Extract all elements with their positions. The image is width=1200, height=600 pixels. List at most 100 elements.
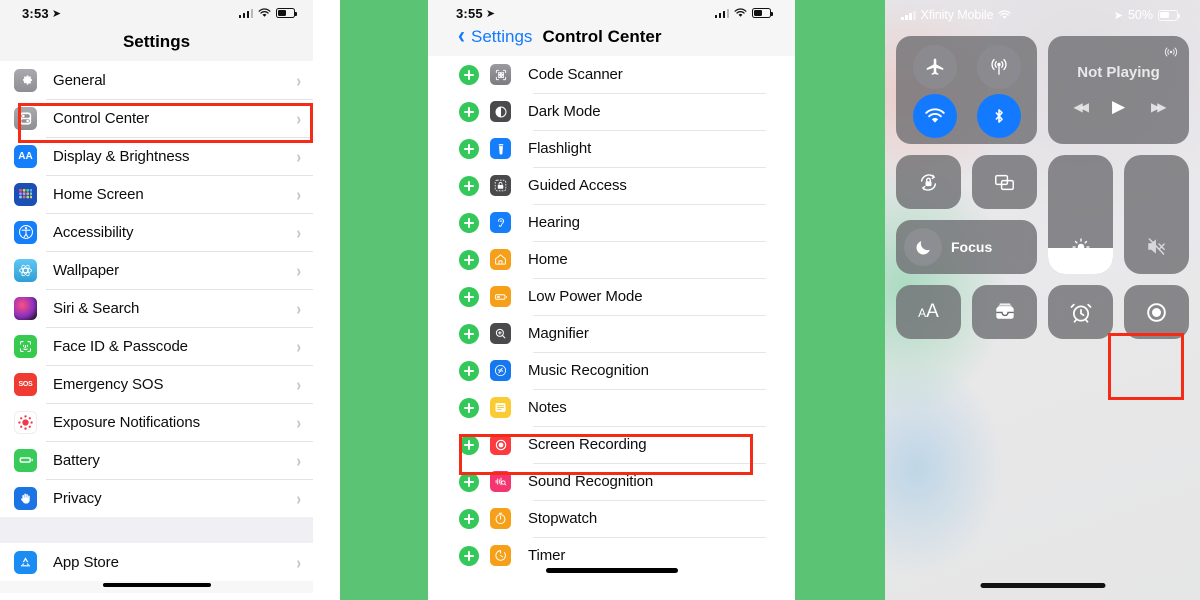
list-item-label: Flashlight bbox=[528, 140, 592, 157]
stopwatch-icon bbox=[490, 508, 511, 529]
screen-recording-icon bbox=[490, 434, 511, 455]
sidebar-item-exposure-notifications[interactable]: Exposure Notifications › bbox=[0, 403, 313, 441]
add-control-button[interactable] bbox=[459, 286, 479, 307]
low-power-mode-icon bbox=[490, 286, 511, 307]
media-controls: ◀◀ ▶ ▶▶ bbox=[1073, 97, 1167, 117]
back-chevron-icon[interactable]: ‹ bbox=[458, 23, 465, 47]
list-item-hearing[interactable]: Hearing bbox=[428, 204, 795, 241]
carrier-label: Xfinity Mobile bbox=[920, 8, 994, 22]
add-control-button[interactable] bbox=[459, 360, 479, 381]
status-bar: 3:53 ➤ bbox=[0, 0, 313, 26]
screen-recording-button[interactable] bbox=[1124, 285, 1189, 339]
green-separator-band-right bbox=[795, 0, 885, 600]
list-item-guided-access[interactable]: Guided Access bbox=[428, 167, 795, 204]
add-control-button[interactable] bbox=[459, 101, 479, 122]
list-item-label: Dark Mode bbox=[528, 103, 601, 120]
focus-label: Focus bbox=[951, 239, 993, 255]
sidebar-item-control-center[interactable]: Control Center › bbox=[0, 99, 313, 137]
sidebar-item-emergency-sos[interactable]: SOS Emergency SOS › bbox=[0, 365, 313, 403]
hearing-icon bbox=[490, 212, 511, 233]
list-item-label: Low Power Mode bbox=[528, 288, 643, 305]
chevron-right-icon: › bbox=[296, 108, 301, 128]
rewind-icon[interactable]: ◀◀ bbox=[1073, 100, 1089, 114]
battery-percent-label: 50% bbox=[1127, 8, 1153, 22]
sidebar-item-home-screen[interactable]: Home Screen › bbox=[0, 175, 313, 213]
add-control-button[interactable] bbox=[459, 138, 479, 159]
chevron-right-icon: › bbox=[296, 222, 301, 242]
sidebar-item-privacy[interactable]: Privacy › bbox=[0, 479, 313, 517]
green-separator-band-left bbox=[340, 0, 428, 600]
list-item-stopwatch[interactable]: Stopwatch bbox=[428, 500, 795, 537]
chevron-right-icon: › bbox=[296, 488, 301, 508]
list-item-dark-mode[interactable]: Dark Mode bbox=[428, 93, 795, 130]
list-item-low-power-mode[interactable]: Low Power Mode bbox=[428, 278, 795, 315]
page-title: Settings bbox=[0, 26, 313, 61]
chevron-right-icon: › bbox=[296, 374, 301, 394]
add-control-button[interactable] bbox=[459, 434, 479, 455]
bluetooth-toggle[interactable] bbox=[976, 94, 1021, 138]
airplane-mode-toggle[interactable] bbox=[912, 45, 957, 89]
list-item-sound-recognition[interactable]: Sound Recognition bbox=[428, 463, 795, 500]
list-item-notes[interactable]: Notes bbox=[428, 389, 795, 426]
wifi-icon bbox=[998, 10, 1011, 20]
list-item-magnifier[interactable]: Magnifier bbox=[428, 315, 795, 352]
settings-screen: 3:53 ➤ Settings General › Control Center… bbox=[0, 0, 313, 593]
fast-forward-icon[interactable]: ▶▶ bbox=[1151, 100, 1167, 114]
focus-button[interactable]: Focus bbox=[896, 220, 1037, 274]
list-item-label: Music Recognition bbox=[528, 362, 649, 379]
alarm-button[interactable] bbox=[1048, 285, 1113, 339]
text-size-icon: AA bbox=[918, 301, 939, 322]
sidebar-item-accessibility[interactable]: Accessibility › bbox=[0, 213, 313, 251]
cellular-data-toggle[interactable] bbox=[976, 45, 1021, 89]
list-item-music-recognition[interactable]: Music Recognition bbox=[428, 352, 795, 389]
battery-icon bbox=[276, 8, 297, 18]
battery-icon bbox=[752, 8, 773, 18]
list-item-screen-recording[interactable]: Screen Recording bbox=[428, 426, 795, 463]
control-center-left-column: Focus bbox=[896, 155, 1037, 274]
status-bar-time: 3:55 bbox=[456, 5, 483, 21]
add-control-button[interactable] bbox=[459, 508, 479, 529]
add-control-button[interactable] bbox=[459, 64, 479, 85]
brightness-icon bbox=[1070, 236, 1092, 258]
magnifier-icon bbox=[490, 323, 511, 344]
wifi-icon bbox=[258, 8, 271, 18]
sidebar-item-display-brightness[interactable]: AA Display & Brightness › bbox=[0, 137, 313, 175]
add-control-button[interactable] bbox=[459, 212, 479, 233]
connectivity-module bbox=[896, 36, 1037, 144]
list-item-code-scanner[interactable]: Code Scanner bbox=[428, 56, 795, 93]
sidebar-item-general[interactable]: General › bbox=[0, 61, 313, 99]
settings-group-secondary: App Store › bbox=[0, 543, 313, 581]
list-item-flashlight[interactable]: Flashlight bbox=[428, 130, 795, 167]
add-control-button[interactable] bbox=[459, 545, 479, 566]
brightness-slider[interactable] bbox=[1048, 155, 1113, 274]
control-center-row-1: Not Playing ◀◀ ▶ ▶▶ bbox=[896, 36, 1189, 144]
sidebar-item-label: Display & Brightness bbox=[53, 147, 190, 165]
rotation-lock-toggle[interactable] bbox=[896, 155, 961, 209]
exposure-notifications-icon bbox=[14, 410, 37, 434]
sidebar-item-label: Accessibility bbox=[53, 223, 134, 241]
sidebar-item-siri-search[interactable]: Siri & Search › bbox=[0, 289, 313, 327]
play-icon[interactable]: ▶ bbox=[1112, 97, 1125, 117]
sidebar-item-app-store[interactable]: App Store › bbox=[0, 543, 313, 581]
location-arrow-icon: ➤ bbox=[51, 7, 62, 20]
list-item-home[interactable]: Home bbox=[428, 241, 795, 278]
add-control-button[interactable] bbox=[459, 397, 479, 418]
sos-icon: SOS bbox=[14, 372, 37, 396]
sidebar-item-wallpaper[interactable]: Wallpaper › bbox=[0, 251, 313, 289]
add-control-button[interactable] bbox=[459, 323, 479, 344]
airplay-icon[interactable] bbox=[1163, 44, 1179, 60]
text-size-button[interactable]: AA bbox=[896, 285, 961, 339]
add-control-button[interactable] bbox=[459, 175, 479, 196]
back-button-label[interactable]: Settings bbox=[471, 27, 532, 47]
wifi-toggle[interactable] bbox=[912, 94, 957, 138]
media-module[interactable]: Not Playing ◀◀ ▶ ▶▶ bbox=[1048, 36, 1189, 144]
wallet-button[interactable] bbox=[972, 285, 1037, 339]
screen-mirroring-button[interactable] bbox=[972, 155, 1037, 209]
list-item-label: Stopwatch bbox=[528, 510, 598, 527]
add-control-button[interactable] bbox=[459, 471, 479, 492]
dark-mode-icon bbox=[490, 101, 511, 122]
volume-slider[interactable] bbox=[1124, 155, 1189, 274]
add-control-button[interactable] bbox=[459, 249, 479, 270]
sidebar-item-battery[interactable]: Battery › bbox=[0, 441, 313, 479]
sidebar-item-face-id-passcode[interactable]: Face ID & Passcode › bbox=[0, 327, 313, 365]
